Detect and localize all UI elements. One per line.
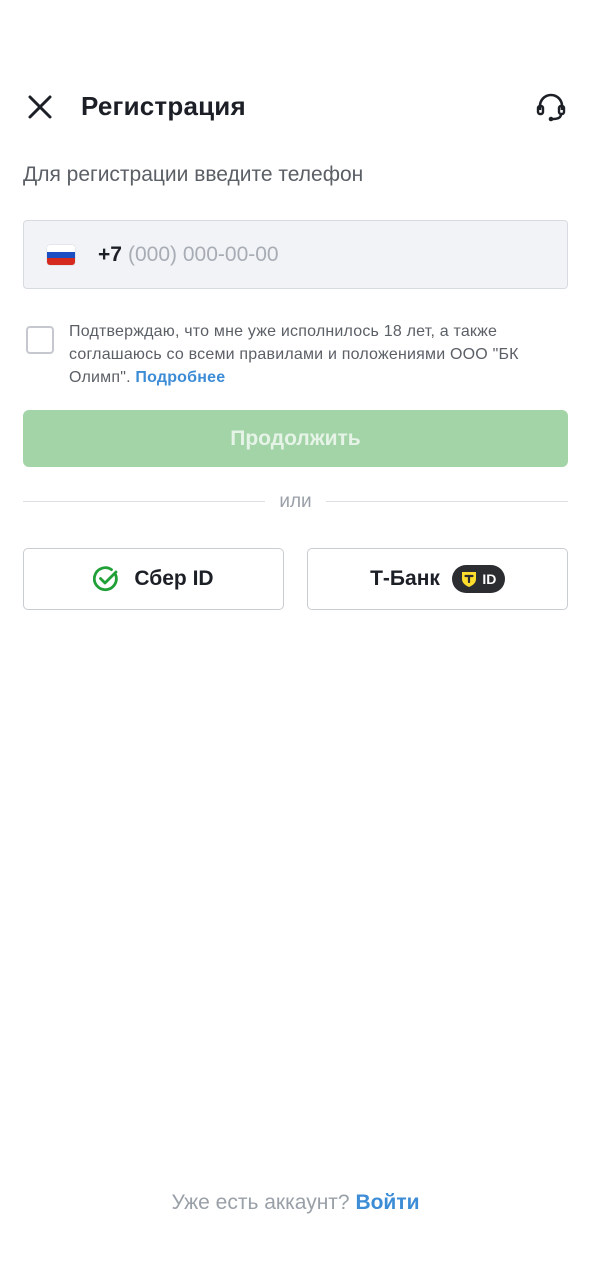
close-icon [28, 95, 52, 119]
sber-id-label: Сбер ID [134, 567, 214, 590]
support-button[interactable] [533, 89, 569, 125]
phone-input[interactable] [128, 237, 548, 273]
headset-icon [536, 93, 566, 122]
sber-check-icon [93, 566, 119, 592]
phone-instruction: Для регистрации введите телефон [23, 163, 364, 186]
divider-line [23, 501, 265, 502]
phone-field[interactable]: +7 [23, 220, 568, 289]
tbank-id-badge: ID [451, 565, 505, 593]
divider-line [326, 501, 568, 502]
header: Регистрация [0, 84, 591, 128]
sber-id-button[interactable]: Сбер ID [23, 548, 284, 610]
close-button[interactable] [22, 89, 58, 125]
tbank-label: Т-Банк [370, 567, 440, 590]
login-question: Уже есть аккаунт? [171, 1191, 350, 1214]
country-code: +7 [98, 243, 122, 266]
consent-text: Подтверждаю, что мне уже исполнилось 18 … [69, 320, 565, 389]
tbank-id-text: ID [482, 571, 497, 587]
tbank-shield-icon [462, 572, 477, 587]
page-title: Регистрация [81, 91, 246, 121]
login-link[interactable]: Войти [355, 1191, 419, 1214]
continue-button[interactable]: Продолжить [23, 410, 568, 467]
tbank-id-button[interactable]: Т-Банк ID [307, 548, 568, 610]
login-prompt: Уже есть аккаунт? Войти [0, 1188, 591, 1218]
consent-checkbox[interactable] [26, 326, 54, 354]
russia-flag-icon[interactable] [47, 245, 75, 265]
registration-screen: Регистрация Для регистрации введите теле… [0, 0, 591, 1280]
consent-details-link[interactable]: Подробнее [135, 369, 225, 386]
divider-label: или [279, 491, 312, 512]
